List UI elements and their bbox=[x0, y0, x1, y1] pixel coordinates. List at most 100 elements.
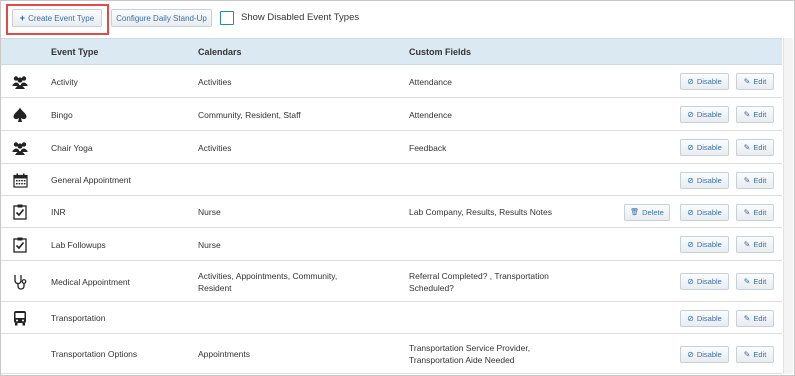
cell-line: Referral Completed? , Transportation bbox=[409, 270, 549, 281]
pencil-icon: ✎ bbox=[743, 240, 751, 249]
pencil-icon: ✎ bbox=[743, 143, 751, 152]
edit-button[interactable]: ✎ Edit bbox=[736, 73, 774, 90]
cell-line: Scheduled? bbox=[409, 282, 454, 293]
scrollbar[interactable] bbox=[783, 38, 793, 374]
custom-fields-cell: Feedback bbox=[409, 142, 447, 153]
event-type-cell: Transportation Options bbox=[51, 349, 138, 359]
disable-label: Disable bbox=[696, 110, 722, 119]
configure-standup-label: Configure Daily Stand-Up bbox=[116, 13, 207, 23]
disable-label: Disable bbox=[696, 277, 722, 286]
edit-button[interactable]: ✎ Edit bbox=[736, 345, 774, 363]
custom-fields-cell: Referral Completed? , Transportation Sche… bbox=[409, 270, 549, 294]
header-event-type: Event Type bbox=[51, 47, 99, 57]
disable-button[interactable]: ⊘ Disable bbox=[680, 171, 729, 189]
plus-icon: + bbox=[19, 13, 26, 23]
edit-label: Edit bbox=[753, 77, 767, 86]
edit-label: Edit bbox=[753, 143, 767, 152]
pencil-icon: ✎ bbox=[743, 175, 751, 185]
group-icon bbox=[11, 139, 29, 157]
disable-button[interactable]: ⊘ Disable bbox=[680, 203, 729, 221]
toolbar: + Create Event Type Configure Daily Stan… bbox=[0, 0, 793, 38]
calendar-icon bbox=[11, 171, 29, 189]
ban-icon: ⊘ bbox=[687, 175, 694, 185]
table-row: Activity Activities Attendance ⊘ Disable ✎ Edi… bbox=[1, 65, 782, 98]
disable-button[interactable]: ⊘ Disable bbox=[680, 139, 729, 156]
bus-icon bbox=[11, 309, 29, 327]
spade-icon bbox=[11, 106, 29, 124]
event-type-cell: INR bbox=[51, 207, 66, 217]
disable-button[interactable]: ⊘ Disable bbox=[680, 345, 729, 363]
table-row: Transportation ⊘ Disable ✎ Edit bbox=[1, 302, 782, 334]
calendars-cell: Appointments bbox=[198, 349, 250, 359]
disable-label: Disable bbox=[696, 349, 722, 359]
table-row: General Appointment ⊘ Disable ✎ Edit bbox=[1, 164, 782, 196]
disable-button[interactable]: ⊘ Disable bbox=[680, 106, 729, 123]
calendars-cell: Activities, Appointments, Community, Resi… bbox=[198, 270, 337, 294]
edit-label: Edit bbox=[753, 349, 767, 359]
header-custom-fields: Custom Fields bbox=[409, 47, 472, 57]
pencil-icon: ✎ bbox=[743, 313, 751, 323]
pencil-icon: ✎ bbox=[743, 277, 751, 286]
show-disabled-checkbox[interactable] bbox=[220, 11, 234, 25]
edit-label: Edit bbox=[753, 175, 767, 185]
edit-button[interactable]: ✎ Edit bbox=[736, 273, 774, 290]
edit-label: Edit bbox=[753, 207, 767, 217]
trash-icon: 🗑 bbox=[630, 209, 640, 216]
custom-fields-cell: Attendance bbox=[409, 76, 453, 87]
disable-label: Disable bbox=[696, 240, 722, 249]
edit-button[interactable]: ✎ Edit bbox=[736, 106, 774, 123]
cell-line: Resident bbox=[198, 282, 232, 293]
event-type-cell: Transportation bbox=[51, 313, 106, 323]
edit-button[interactable]: ✎ Edit bbox=[736, 171, 774, 189]
calendars-cell: Nurse bbox=[198, 207, 221, 217]
event-type-cell: Activity bbox=[51, 76, 78, 87]
edit-button[interactable]: ✎ Edit bbox=[736, 139, 774, 156]
edit-button[interactable]: ✎ Edit bbox=[736, 309, 774, 327]
edit-button[interactable]: ✎ Edit bbox=[736, 236, 774, 253]
table-row: Chair Yoga Activities Feedback ⊘ Disable ✎ Edi… bbox=[1, 131, 782, 164]
clipboard-check-icon bbox=[11, 203, 29, 221]
table-row: INR Nurse Lab Company, Results, Results No… bbox=[1, 196, 782, 228]
stethoscope-icon bbox=[11, 273, 29, 291]
edit-label: Edit bbox=[753, 313, 767, 323]
pencil-icon: ✎ bbox=[743, 349, 751, 359]
disable-label: Disable bbox=[696, 313, 722, 323]
ban-icon: ⊘ bbox=[687, 349, 694, 359]
pencil-icon: ✎ bbox=[743, 207, 751, 217]
disable-label: Disable bbox=[696, 143, 722, 152]
group-icon bbox=[11, 73, 29, 91]
event-type-cell: Bingo bbox=[51, 109, 73, 120]
event-type-cell: Lab Followups bbox=[51, 239, 106, 250]
ban-icon: ⊘ bbox=[687, 277, 694, 286]
disable-button[interactable]: ⊘ Disable bbox=[680, 273, 729, 290]
show-disabled-label: Show Disabled Event Types bbox=[241, 12, 360, 23]
calendars-cell: Nurse bbox=[198, 239, 221, 250]
disable-button[interactable]: ⊘ Disable bbox=[680, 73, 729, 90]
create-event-type-button[interactable]: + Create Event Type bbox=[12, 9, 102, 27]
calendars-cell: Community, Resident, Staff bbox=[198, 109, 301, 120]
ban-icon: ⊘ bbox=[687, 207, 694, 217]
edit-label: Edit bbox=[753, 240, 767, 249]
table-row: Bingo Community, Resident, Staff Attendenc… bbox=[1, 98, 782, 131]
custom-fields-cell: Transportation Service Provider, Transpor… bbox=[409, 342, 530, 366]
cell-line: Transportation Aide Needed bbox=[409, 355, 515, 365]
edit-button[interactable]: ✎ Edit bbox=[736, 203, 774, 221]
table-row: Lab Followups Nurse ⊘ Disable ✎ Edit bbox=[1, 228, 782, 261]
table-row: Transportation Options Appointments Transp… bbox=[1, 334, 782, 374]
pencil-icon: ✎ bbox=[743, 110, 751, 119]
disable-label: Disable bbox=[696, 207, 722, 217]
pencil-icon: ✎ bbox=[743, 77, 751, 86]
disable-label: Disable bbox=[696, 175, 722, 185]
header-calendars: Calendars bbox=[198, 47, 242, 57]
cell-line: Activities, Appointments, Community, bbox=[198, 270, 338, 281]
disable-button[interactable]: ⊘ Disable bbox=[680, 236, 729, 253]
custom-fields-cell: Lab Company, Results, Results Notes bbox=[409, 207, 552, 217]
event-type-cell: Medical Appointment bbox=[51, 276, 130, 287]
configure-standup-button[interactable]: Configure Daily Stand-Up bbox=[111, 9, 212, 27]
edit-label: Edit bbox=[753, 277, 767, 286]
delete-button[interactable]: 🗑 Delete bbox=[624, 203, 670, 221]
ban-icon: ⊘ bbox=[687, 110, 694, 119]
disable-button[interactable]: ⊘ Disable bbox=[680, 309, 729, 327]
event-type-cell: General Appointment bbox=[51, 175, 131, 185]
edit-label: Edit bbox=[753, 110, 767, 119]
